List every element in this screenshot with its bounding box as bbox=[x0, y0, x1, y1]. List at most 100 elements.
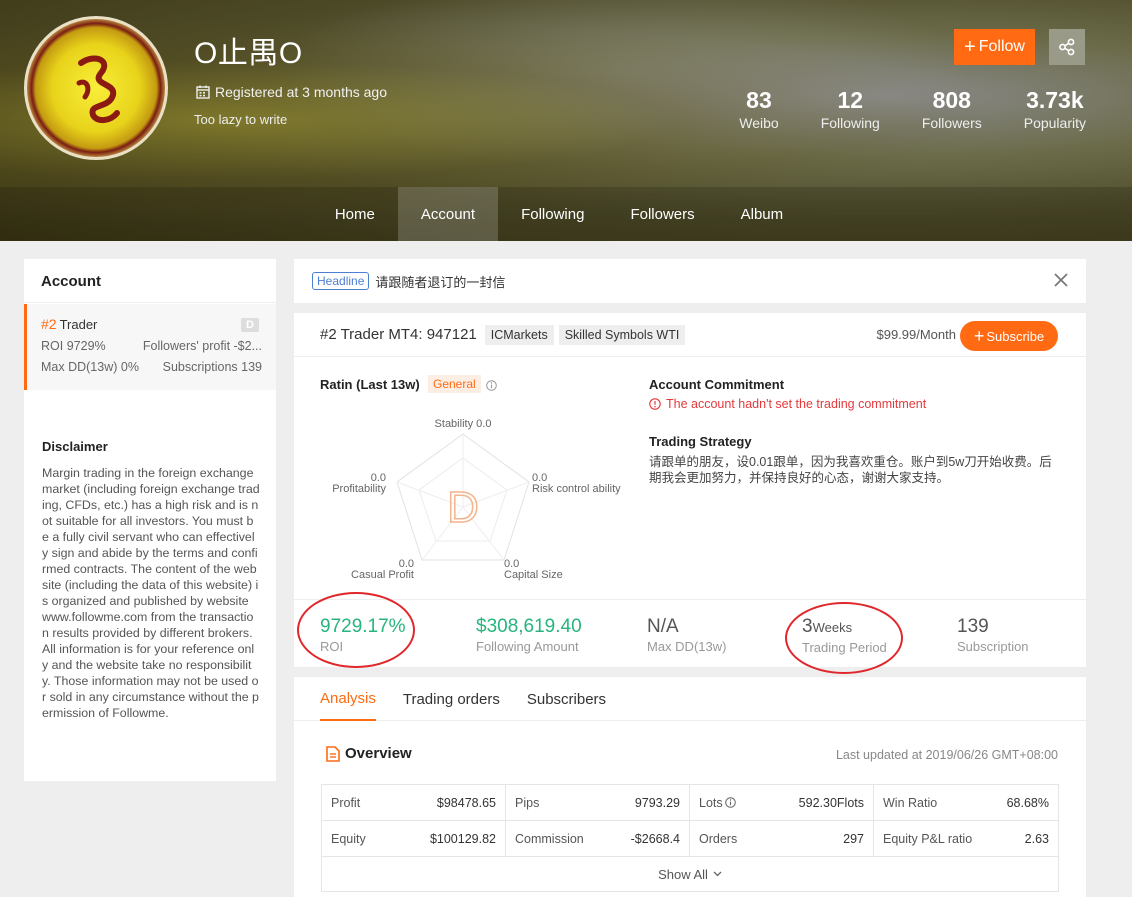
analysis-panel: Analysis Trading orders Subscribers Over… bbox=[294, 677, 1086, 897]
cell-profit: Profit $98478.65 bbox=[322, 785, 506, 820]
account-sidebar: Account #2 Trader D ROI 9729% Followers'… bbox=[24, 259, 276, 781]
subscriptions-stat: Subscriptions 139 bbox=[163, 360, 262, 374]
subscriptions-value: 139 bbox=[241, 360, 262, 374]
info-icon[interactable] bbox=[486, 380, 497, 391]
cell-equity-pl-ratio: Equity P&L ratio 2.63 bbox=[874, 821, 1058, 856]
show-all-button[interactable]: Show All bbox=[322, 857, 1058, 891]
avatar-glyph-icon bbox=[76, 55, 120, 123]
cell-key: Equity bbox=[331, 831, 366, 846]
commitment-warning: The account hadn't set the trading commi… bbox=[649, 397, 926, 411]
nav-album[interactable]: Album bbox=[718, 187, 807, 241]
profile-stats: 83 Weibo 12 Following 808 Followers 3.73… bbox=[697, 86, 1086, 131]
cell-win-ratio: Win Ratio 68.68% bbox=[874, 785, 1058, 820]
maxdd-stat: Max DD(13w) 0% bbox=[41, 360, 139, 374]
nav-account[interactable]: Account bbox=[397, 187, 499, 241]
tab-trading-orders[interactable]: Trading orders bbox=[403, 677, 500, 721]
profile-header: O止禺O Registered at 3 months ago Too lazy… bbox=[0, 0, 1132, 241]
disclaimer-text: Margin trading in the foreign exchange m… bbox=[42, 466, 260, 720]
cell-key-wrap: Lots bbox=[699, 796, 736, 810]
subscribe-button[interactable]: + Subscribe bbox=[960, 321, 1058, 351]
chevron-down-icon bbox=[713, 871, 722, 877]
broker-chip: ICMarkets bbox=[484, 324, 554, 345]
nav-following[interactable]: Following bbox=[498, 187, 607, 241]
trader-label: Trader bbox=[59, 316, 98, 332]
profile-bio: Too lazy to write bbox=[194, 112, 288, 127]
metric-label: Following Amount bbox=[476, 639, 579, 654]
metric-max-dd: N/A Max DD(13w) bbox=[647, 616, 726, 654]
cell-value: $98478.65 bbox=[436, 795, 496, 810]
rating-radar-chart: D Stability 0.0 0.0 Risk control ability… bbox=[332, 418, 621, 581]
metrics-row: 9729.17% ROI $308,619.40 Following Amoun… bbox=[294, 592, 1086, 674]
show-all-label: Show All bbox=[658, 866, 708, 882]
roi-stat: ROI 9729% bbox=[41, 339, 106, 353]
strategy-text: 请跟单的朋友，设0.01跟单，因为我喜欢重仓。账户到5w刀开始收费。后期我会更加… bbox=[649, 455, 1052, 485]
stat-popularity: 3.73k Popularity bbox=[1024, 86, 1086, 131]
cell-equity: Equity $100129.82 bbox=[322, 821, 506, 856]
stat-label: Popularity bbox=[1023, 115, 1086, 131]
info-icon[interactable] bbox=[724, 797, 736, 808]
plus-icon: + bbox=[964, 36, 976, 58]
cell-lots: Lots 592.30Flots bbox=[690, 785, 874, 820]
highlight-circle bbox=[297, 592, 415, 668]
nav-followers[interactable]: Followers bbox=[607, 187, 717, 241]
nav-home[interactable]: Home bbox=[312, 187, 398, 241]
cell-orders: Orders 297 bbox=[690, 821, 874, 856]
cell-key: Equity P&L ratio bbox=[883, 831, 973, 846]
trader-account-card[interactable]: #2 Trader D ROI 9729% Followers' profit … bbox=[24, 304, 276, 390]
roi-label: ROI bbox=[41, 339, 64, 353]
symbol-chip: Skilled Symbols WTI bbox=[558, 324, 686, 345]
share-button[interactable] bbox=[1049, 29, 1085, 65]
avatar[interactable] bbox=[24, 16, 168, 160]
registered-text: Registered at 3 months ago bbox=[215, 84, 387, 100]
stat-following[interactable]: 12 Following bbox=[821, 86, 880, 131]
close-icon[interactable] bbox=[1052, 271, 1070, 289]
trader-rank: #2 bbox=[41, 316, 57, 332]
cell-value: 592.30Flots bbox=[798, 795, 864, 810]
follow-button[interactable]: + Follow bbox=[954, 29, 1035, 65]
radar-label-stability: Stability 0.0 bbox=[435, 418, 492, 430]
headline-tag: Headline bbox=[312, 272, 370, 290]
cell-value: 68.68% bbox=[1006, 795, 1049, 810]
sidebar-title: Account bbox=[24, 259, 276, 303]
radar-label-risk: Risk control ability bbox=[532, 483, 621, 495]
maxdd-value: 0% bbox=[120, 360, 139, 374]
cell-value: 2.63 bbox=[1024, 831, 1049, 846]
document-icon bbox=[326, 745, 340, 762]
roi-value: 9729% bbox=[66, 339, 106, 353]
stat-value: 3.73k bbox=[1026, 87, 1084, 113]
table-row: Equity $100129.82 Commission -$2668.4 Orde… bbox=[322, 821, 1058, 857]
stat-label: Followers bbox=[921, 115, 982, 131]
subscription-price: $99.99/Month bbox=[876, 327, 956, 342]
radar-label-profitability: Profitability bbox=[332, 483, 386, 495]
metric-label: Subscription bbox=[957, 639, 1029, 654]
tab-analysis[interactable]: Analysis bbox=[320, 677, 376, 721]
maxdd-label: Max DD(13w) bbox=[41, 360, 118, 374]
cell-key: Lots bbox=[699, 795, 723, 810]
profile-name: O止禺O bbox=[194, 37, 303, 70]
stat-followers[interactable]: 808 Followers bbox=[922, 86, 982, 131]
strategy-title: Trading Strategy bbox=[649, 434, 752, 449]
analysis-tabs: Analysis Trading orders Subscribers bbox=[294, 677, 1086, 721]
overview-table: Profit $98478.65 Pips 9793.29 Lots 592.30Fl… bbox=[321, 784, 1059, 892]
stat-weibo[interactable]: 83 Weibo bbox=[739, 86, 778, 131]
subscribe-label: Subscribe bbox=[986, 328, 1045, 344]
tab-subscribers[interactable]: Subscribers bbox=[527, 677, 606, 721]
calendar-icon bbox=[196, 85, 210, 99]
stat-value: 83 bbox=[746, 87, 772, 113]
headline-link[interactable]: 请跟随者退订的一封信 bbox=[375, 272, 505, 291]
cell-value: 9793.29 bbox=[634, 795, 680, 810]
rating-title: Ratin (Last 13w) bbox=[320, 377, 420, 392]
grade-badge: D bbox=[241, 318, 259, 332]
radar-label-casual: Casual Profit bbox=[351, 569, 414, 581]
share-icon bbox=[1059, 38, 1075, 56]
follow-label: Follow bbox=[978, 38, 1025, 55]
table-row: Profit $98478.65 Pips 9793.29 Lots 592.30Fl… bbox=[322, 785, 1058, 821]
profile-nav: Home Account Following Followers Album bbox=[0, 187, 1132, 241]
commitment-warning-text: The account hadn't set the trading commi… bbox=[666, 397, 927, 411]
trader-panel: #2 Trader MT4: 947121 ICMarkets Skilled … bbox=[294, 313, 1086, 674]
metric-value: $308,619.40 bbox=[476, 616, 582, 637]
cell-key: Win Ratio bbox=[883, 795, 938, 810]
cell-pips: Pips 9793.29 bbox=[506, 785, 690, 820]
radar-axis-value: 0.0 bbox=[476, 418, 491, 430]
stat-label: Following bbox=[820, 115, 880, 131]
